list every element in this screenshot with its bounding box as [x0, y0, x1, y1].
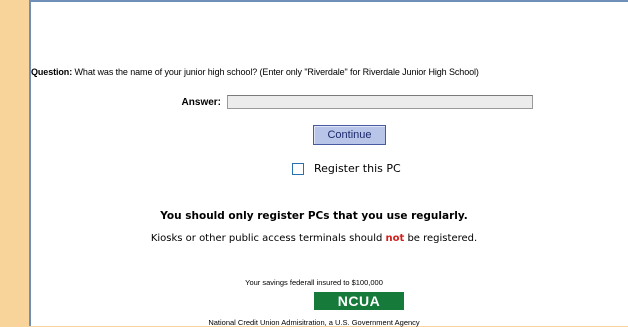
kiosk-warning: Kiosks or other public access terminals … [0, 233, 628, 244]
security-question: Question: What was the name of your juni… [31, 67, 479, 77]
ncua-logo: NCUA [314, 292, 404, 310]
answer-row: Answer: [147, 94, 533, 110]
continue-button[interactable]: Continue [313, 125, 386, 145]
answer-input[interactable] [227, 95, 533, 109]
question-label: Question: [31, 67, 73, 77]
kiosk-warning-not: not [385, 233, 405, 244]
register-pc-label[interactable]: Register this PC [314, 162, 401, 175]
register-pc-row[interactable]: Register this PC [292, 162, 401, 175]
answer-label: Answer: [181, 96, 221, 108]
kiosk-warning-start: Kiosks or other public access terminals … [150, 233, 386, 244]
register-warning: You should only register PCs that you us… [160, 210, 468, 222]
question-text: What was the name of your junior high sc… [74, 67, 479, 77]
savings-insurance-text: Your savings federall insured to $100,00… [245, 278, 383, 287]
kiosk-warning-end: be registered. [404, 233, 478, 244]
register-pc-checkbox[interactable] [292, 162, 304, 175]
